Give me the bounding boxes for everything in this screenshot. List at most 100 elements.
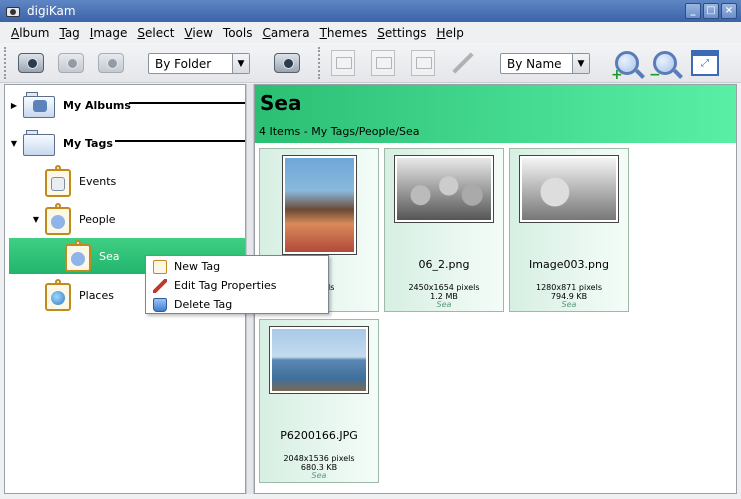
thumbnail-frame bbox=[269, 326, 369, 394]
thumbnail-dimensions: 1280x871 pixels bbox=[535, 283, 602, 292]
tree-item-my-albums[interactable]: ▶ My Albums bbox=[9, 87, 245, 123]
minimize-button[interactable]: _ bbox=[685, 3, 701, 19]
window-title: digiKam bbox=[27, 4, 76, 18]
chevron-down-icon: ▼ bbox=[572, 54, 589, 73]
tree-item-people[interactable]: ▼ People bbox=[31, 201, 241, 237]
zoom-out-button[interactable]: − bbox=[648, 47, 682, 83]
events-tag-icon bbox=[45, 165, 73, 197]
toolbar-separator bbox=[318, 47, 322, 79]
menu-settings[interactable]: Settings bbox=[372, 26, 431, 40]
menu-themes[interactable]: Themes bbox=[315, 26, 373, 40]
fullscreen-icon: ⤢ bbox=[691, 50, 719, 76]
new-tag-icon bbox=[153, 259, 167, 274]
toolbar-handle[interactable] bbox=[4, 47, 8, 79]
menu-tag[interactable]: Tag bbox=[54, 26, 84, 40]
tree-label-sea: Sea bbox=[99, 249, 120, 263]
fullscreen-button[interactable]: ⤢ bbox=[688, 47, 722, 79]
digikam-app-icon[interactable] bbox=[5, 3, 21, 19]
view-image-button[interactable] bbox=[326, 47, 360, 79]
main-toolbar: By Folder ▼ By Name ▼ + − ⤢ bbox=[0, 43, 741, 83]
image-comment-button[interactable] bbox=[446, 47, 480, 79]
menu-help[interactable]: Help bbox=[431, 26, 468, 40]
new-album-button[interactable] bbox=[14, 47, 48, 79]
new-tag-menu-item[interactable]: New Tag bbox=[147, 257, 327, 276]
expanded-arrow-icon[interactable]: ▼ bbox=[9, 139, 19, 148]
thumbnail-frame bbox=[519, 155, 619, 223]
zoom-out-icon: − bbox=[649, 51, 677, 83]
menu-select[interactable]: Select bbox=[132, 26, 179, 40]
tree-divider bbox=[129, 102, 245, 104]
expanded-arrow-icon[interactable]: ▼ bbox=[31, 215, 41, 224]
zoom-in-button[interactable]: + bbox=[610, 47, 644, 83]
new-tag-label: New Tag bbox=[174, 260, 221, 273]
thumbnail-tag: Sea bbox=[436, 300, 452, 309]
title-bar: digiKam _ □ × bbox=[0, 0, 741, 22]
album-properties-button[interactable] bbox=[54, 47, 88, 79]
beach-people-photo bbox=[285, 158, 354, 252]
menu-album[interactable]: Album bbox=[6, 26, 54, 40]
tree-label-people: People bbox=[79, 212, 116, 226]
banner-title: Sea bbox=[260, 91, 302, 115]
edit-pencil-icon bbox=[153, 278, 167, 293]
places-tag-icon bbox=[45, 279, 73, 311]
pen-icon bbox=[452, 52, 474, 74]
sort-order-combo[interactable]: By Name ▼ bbox=[500, 53, 590, 74]
menu-image[interactable]: Image bbox=[85, 26, 133, 40]
image-thumbnail[interactable]: Image003.png 1280x871 pixels 794.9 KB Se… bbox=[509, 148, 629, 312]
zoom-in-icon: + bbox=[611, 51, 639, 83]
new-album-icon bbox=[18, 53, 44, 73]
image-properties-button[interactable] bbox=[406, 47, 440, 79]
delete-tag-menu-item[interactable]: Delete Tag bbox=[147, 295, 327, 314]
maximize-button[interactable]: □ bbox=[703, 3, 719, 19]
tree-divider bbox=[115, 140, 245, 142]
view-image-icon bbox=[331, 50, 355, 76]
delete-tag-label: Delete Tag bbox=[174, 298, 233, 311]
tree-label-my-albums: My Albums bbox=[63, 98, 131, 112]
album-properties-icon bbox=[58, 53, 84, 73]
thumbnail-filename: 06_2.png bbox=[418, 258, 470, 271]
sort-order-value: By Name bbox=[507, 56, 562, 71]
album-view-combo[interactable]: By Folder ▼ bbox=[148, 53, 250, 74]
edit-image-button[interactable] bbox=[366, 47, 400, 79]
tree-item-my-tags[interactable]: ▼ My Tags bbox=[9, 125, 245, 161]
collapsed-arrow-icon[interactable]: ▶ bbox=[9, 101, 19, 110]
album-banner: Sea 4 Items - My Tags/People/Sea bbox=[255, 85, 736, 143]
thumbnail-filename: P6200166.JPG bbox=[280, 429, 358, 442]
edit-tag-label: Edit Tag Properties bbox=[174, 279, 277, 292]
family-bw-photo bbox=[397, 158, 491, 220]
albums-folder-icon bbox=[23, 90, 57, 120]
thumbnail-frame bbox=[282, 155, 357, 255]
menu-view[interactable]: View bbox=[179, 26, 217, 40]
tags-folder-icon bbox=[23, 128, 57, 158]
tree-item-events[interactable]: Events bbox=[45, 163, 241, 199]
thumbnail-tag: Sea bbox=[561, 300, 577, 309]
album-view-value: By Folder bbox=[155, 56, 212, 71]
thumbnail-tag: Sea bbox=[311, 471, 327, 480]
banner-subtitle: 4 Items - My Tags/People/Sea bbox=[259, 125, 420, 138]
camera-button[interactable] bbox=[270, 47, 304, 79]
tree-label-places: Places bbox=[79, 288, 114, 302]
image-thumbnail[interactable]: P6200166.JPG 2048x1536 pixels 680.3 KB S… bbox=[259, 319, 379, 483]
tag-context-menu: New Tag Edit Tag Properties Delete Tag bbox=[145, 255, 329, 314]
camera-icon bbox=[274, 53, 300, 73]
sea-tag-icon bbox=[65, 240, 93, 272]
sea-beach-photo bbox=[272, 329, 366, 391]
chevron-down-icon: ▼ bbox=[232, 54, 249, 73]
edit-tag-properties-menu-item[interactable]: Edit Tag Properties bbox=[147, 276, 327, 295]
image-thumbnail[interactable]: 06_2.png 2450x1654 pixels 1.2 MB Sea bbox=[384, 148, 504, 312]
menu-camera[interactable]: Camera bbox=[257, 26, 314, 40]
tree-label-my-tags: My Tags bbox=[63, 136, 113, 150]
tree-label-events: Events bbox=[79, 174, 117, 188]
trash-icon bbox=[153, 297, 167, 312]
people-tag-icon bbox=[45, 203, 73, 235]
menu-tools[interactable]: Tools bbox=[218, 26, 258, 40]
thumbnail-frame bbox=[394, 155, 494, 223]
menu-bar: Album Tag Image Select View Tools Camera… bbox=[0, 22, 741, 43]
thumbnail-filename: Image003.png bbox=[529, 258, 609, 271]
thumbnail-dimensions: 2450x1654 pixels bbox=[408, 283, 480, 292]
delete-album-button[interactable] bbox=[94, 47, 128, 79]
child-bw-photo bbox=[522, 158, 616, 220]
edit-image-icon bbox=[371, 50, 395, 76]
thumbnail-dimensions: 2048x1536 pixels bbox=[283, 454, 355, 463]
close-button[interactable]: × bbox=[721, 3, 737, 19]
